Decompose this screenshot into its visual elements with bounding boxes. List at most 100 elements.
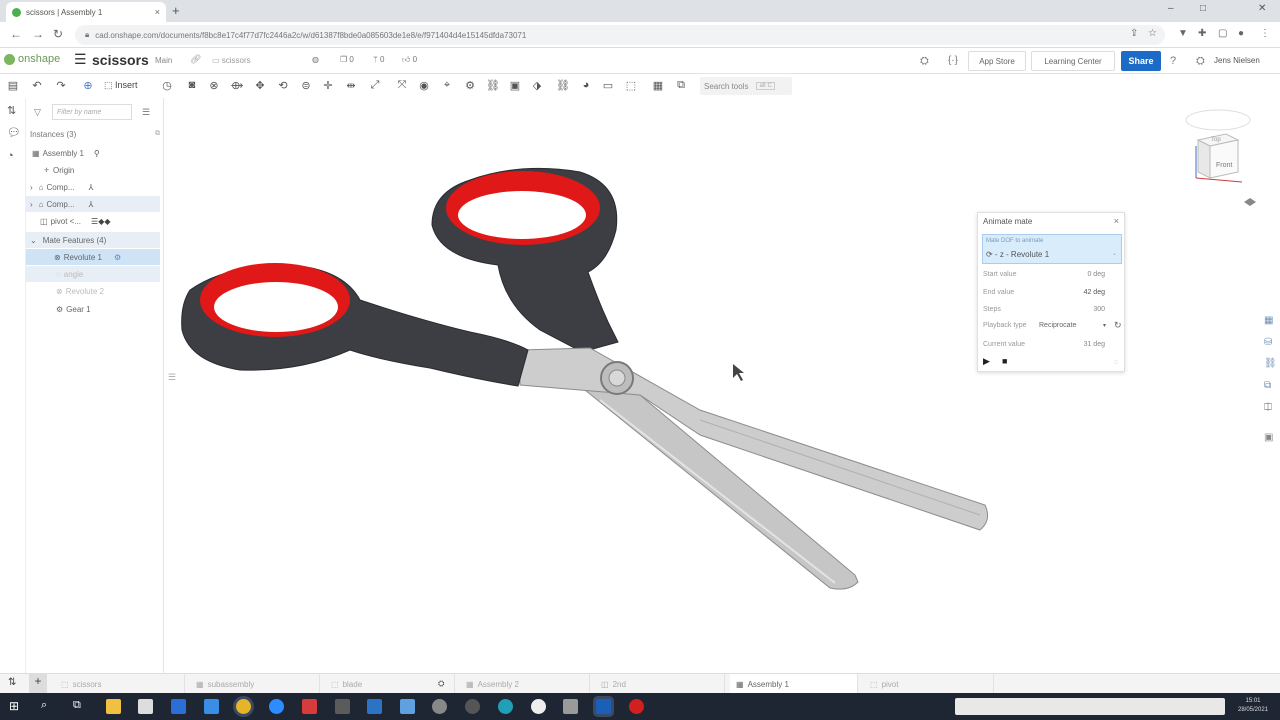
user-avatar-icon[interactable]: ⛭ <box>1196 55 1205 68</box>
share-button[interactable]: Share <box>1121 51 1161 71</box>
fix-icon[interactable]: ⚲ <box>94 149 100 158</box>
list-item-revolute-2[interactable]: ⊗ Revolute 2 <box>26 283 160 299</box>
linear-relation-icon[interactable]: ⬗ <box>530 79 544 92</box>
learning-center-button[interactable]: Learning Center <box>1031 51 1115 71</box>
reload-icon[interactable]: ↻ <box>53 27 63 41</box>
close-tab-icon[interactable]: × <box>155 7 160 17</box>
end-value-field[interactable]: End value 42 deg <box>983 289 1119 303</box>
app-icon-7[interactable] <box>629 699 644 714</box>
code-icon[interactable]: {·} <box>948 55 958 66</box>
mass-properties-icon[interactable]: ⛁ <box>1264 337 1272 348</box>
tab-blade[interactable]: ⬚ blade <box>325 674 455 694</box>
chrome-icon[interactable] <box>236 699 251 714</box>
named-views-icon[interactable]: ⧉ <box>674 79 688 92</box>
list-item-pivot[interactable]: ◫ pivot <... ☰◆◆ <box>26 213 160 229</box>
app-store-button[interactable]: App Store <box>968 51 1026 71</box>
extension-icon[interactable]: ▼ <box>1178 28 1188 39</box>
start-value-field[interactable]: Start value 0 deg <box>983 271 1119 285</box>
filter-by-name-input[interactable]: Filter by name <box>52 104 132 120</box>
mate-connector-icon[interactable]: ⌖ <box>440 79 454 92</box>
app-icon-4[interactable] <box>531 699 546 714</box>
list-view-icon[interactable]: ☰ <box>142 107 150 118</box>
cube-front-face[interactable] <box>1209 139 1239 179</box>
tab-pivot[interactable]: ⬚ pivot <box>864 674 994 694</box>
screw-relation-icon[interactable]: ▣ <box>508 79 522 92</box>
tab-subassembly[interactable]: ▦ subassembly <box>190 674 320 694</box>
upper-handle[interactable] <box>431 167 619 353</box>
tab-assembly-2[interactable]: ▦ Assembly 2 <box>460 674 590 694</box>
scissors-model[interactable] <box>164 98 1254 673</box>
view-options-icon[interactable] <box>1244 198 1256 206</box>
tab-scissors[interactable]: ⬚ scissors <box>55 674 185 694</box>
versions-count[interactable]: ❐ 0 <box>340 55 354 64</box>
refresh-icon[interactable]: ↻ <box>1114 320 1122 331</box>
list-item-origin[interactable]: ✛ Origin <box>26 162 160 178</box>
help-icon[interactable]: ? <box>1170 55 1176 67</box>
edge-icon[interactable] <box>498 699 513 714</box>
list-item-gear-1[interactable]: ⚙ Gear 1 <box>26 301 160 317</box>
instance-icon[interactable]: ◷ <box>160 79 174 92</box>
mate-connector-icon[interactable]: ⅄ <box>89 183 94 192</box>
store-icon[interactable] <box>204 699 219 714</box>
close-window-button[interactable]: ✕ <box>1258 3 1266 14</box>
app-icon-2[interactable] <box>432 699 447 714</box>
parallel-mate-icon[interactable]: ⇹ <box>344 79 358 92</box>
configuration-icon[interactable]: ▤ <box>6 79 20 92</box>
section-view-icon[interactable]: ▦ <box>651 79 665 92</box>
playback-type-select[interactable]: Playback type Reciprocate ▾ ↻ <box>983 320 1122 336</box>
app-icon-5[interactable] <box>563 699 578 714</box>
bom-icon[interactable]: ⛓ <box>1264 358 1277 369</box>
file-explorer-icon[interactable] <box>106 699 121 714</box>
windows-start-icon[interactable]: ⊞ <box>9 699 19 713</box>
mate-connector-icon[interactable]: ⅄ <box>89 200 94 209</box>
mate-values-icon[interactable]: ⎅ <box>1264 402 1272 413</box>
collapse-icon[interactable]: ⧉ <box>155 130 160 138</box>
browser-tab[interactable]: scissors | Assembly 1 × <box>6 2 166 22</box>
pivot-options-icon[interactable]: ☰◆◆ <box>91 217 110 226</box>
steps-field[interactable]: Steps 300 <box>983 306 1119 320</box>
cylindrical-mate-icon[interactable]: ⟲ <box>276 79 290 92</box>
measure-icon[interactable]: ⬚ <box>624 79 638 92</box>
redo-icon[interactable]: ↷ <box>54 79 68 92</box>
list-item-angle[interactable]: ◌ angle <box>26 266 160 282</box>
width-mate-icon[interactable]: ⤧ <box>395 79 409 92</box>
history-icon[interactable]: ◔ <box>7 150 14 162</box>
slider-mate-icon[interactable]: ⟴ <box>230 79 244 92</box>
document-name[interactable]: scissors <box>92 52 149 68</box>
release-icon[interactable]: ⛭ <box>920 55 929 68</box>
list-item-component-2[interactable]: › ⌂ Comp... ⅄ <box>26 196 160 212</box>
comments-icon[interactable]: 💬︎ <box>7 126 21 139</box>
search-tools-input[interactable]: Search tools alt C <box>700 77 792 95</box>
sidebar-icon[interactable]: ▢ <box>1218 28 1227 39</box>
list-item-component-1[interactable]: › ⌂ Comp... ⅄ <box>26 179 160 195</box>
fastened-mate-icon[interactable]: ◙ <box>185 79 199 91</box>
planar-mate-icon[interactable]: ✥ <box>253 79 267 92</box>
group-icon[interactable]: ◉ <box>417 79 431 92</box>
appearance-icon[interactable]: ▦ <box>1264 315 1273 326</box>
features-list-icon[interactable]: ⇅ <box>7 104 16 117</box>
task-view-icon[interactable]: ⧉ <box>73 699 81 712</box>
new-tab-button[interactable]: + <box>172 3 180 18</box>
list-item-revolute-1[interactable]: ⊗ Revolute 1 ⚙ <box>26 249 160 265</box>
user-name[interactable]: Jens Nielsen <box>1214 56 1260 65</box>
select-icon[interactable]: ⊕ <box>81 79 95 92</box>
bookmark-star-icon[interactable]: ☆ <box>1148 28 1157 39</box>
mate-features-header[interactable]: ⌄ Mate Features (4) <box>26 232 160 248</box>
tab-assembly-1[interactable]: ▦ Assembly 1 <box>730 674 858 694</box>
system-tray[interactable] <box>955 698 1225 715</box>
view-cube[interactable]: Top Front <box>1180 106 1260 216</box>
mate-dof-icon[interactable]: ⚙ <box>114 253 121 262</box>
mate-dof-select[interactable]: Mate DOF to animate ⟳ - z - Revolute 1 ⌄ <box>982 234 1122 264</box>
graphics-area[interactable]: ☰ <box>164 98 1254 673</box>
share-page-icon[interactable]: ⇪ <box>1130 28 1138 39</box>
add-tab-button[interactable]: + <box>29 674 47 693</box>
play-icon[interactable]: ▶ <box>983 356 990 367</box>
insert-button[interactable]: ⬚ Insert <box>104 80 138 91</box>
onshape-logo[interactable]: onshape <box>4 53 60 65</box>
gear-relation-icon[interactable]: ⚙ <box>463 79 477 92</box>
cube-side-face[interactable] <box>1197 139 1211 179</box>
pin-slot-mate-icon[interactable]: ⊜ <box>299 79 313 92</box>
back-icon[interactable]: ← <box>10 27 22 41</box>
revolute-mate-icon[interactable]: ⊗ <box>207 79 221 92</box>
stop-icon[interactable]: ■ <box>1002 356 1007 366</box>
